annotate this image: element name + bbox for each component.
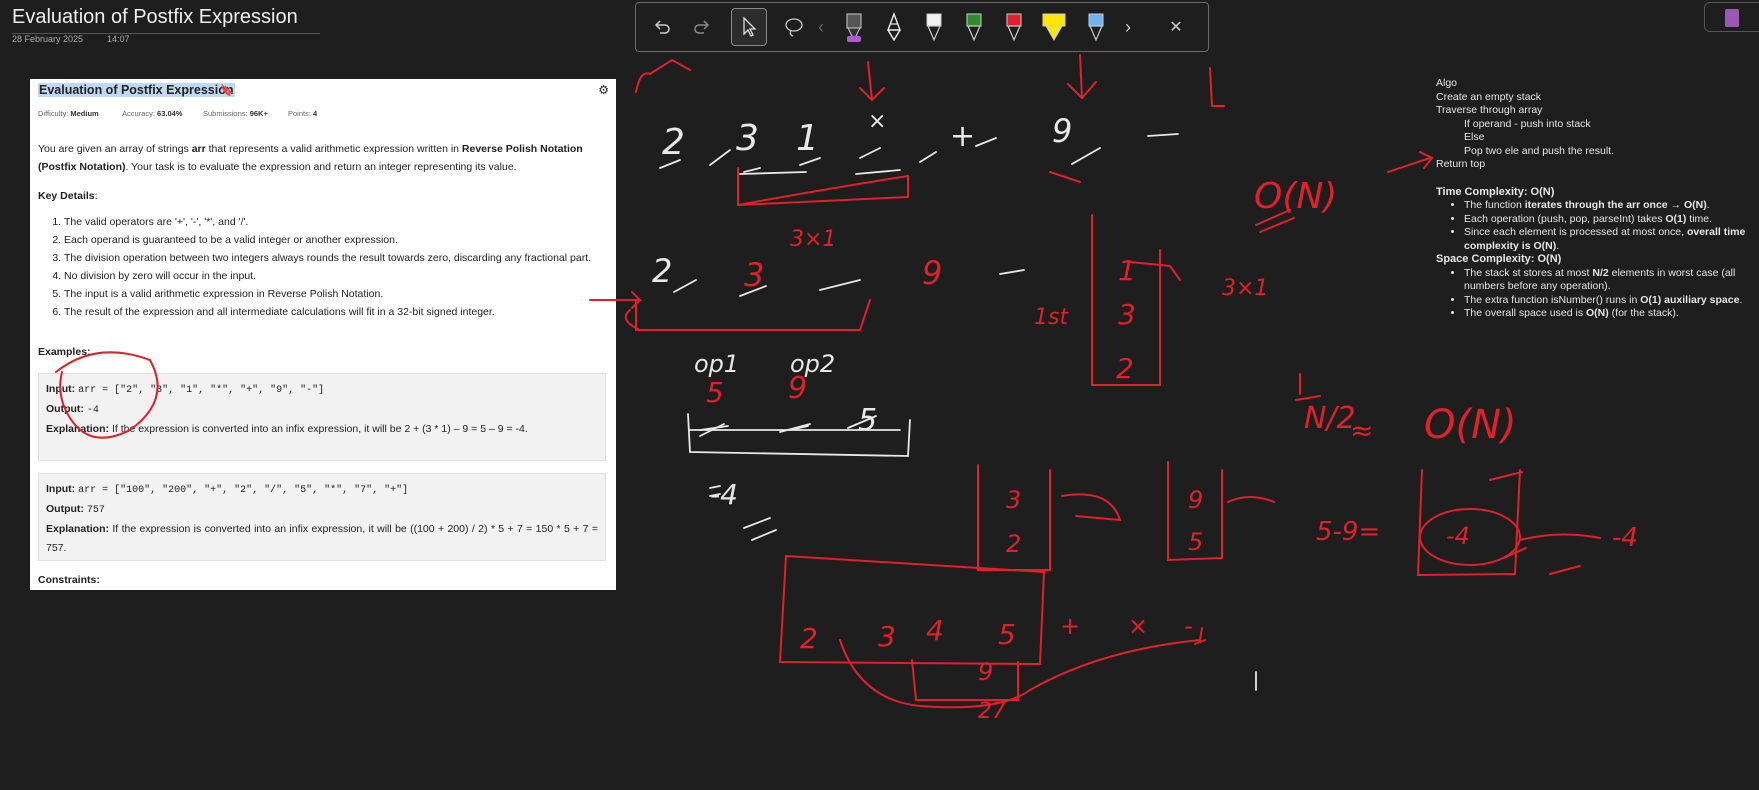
- ink-text: ×: [1128, 612, 1148, 640]
- ink-text: 2: [662, 122, 685, 163]
- ink-text: 5: [858, 403, 877, 438]
- ink-text: 27: [978, 699, 1006, 724]
- ink-text: 3: [1006, 486, 1021, 514]
- ink-stack-arrow: [1129, 261, 1181, 281]
- ink-text: 9: [1188, 486, 1203, 514]
- ink-mark-top-right: [1209, 67, 1225, 107]
- ink-text: 5: [1188, 528, 1203, 556]
- ink-text: +: [1060, 612, 1080, 640]
- ink-text: 3: [736, 118, 759, 159]
- ink-text: 2: [652, 252, 672, 290]
- ink-text: 3: [1118, 298, 1136, 331]
- ink-text: 4: [926, 614, 944, 647]
- ink-text: N/2: [1304, 401, 1356, 436]
- ink-text: 3×1: [1222, 276, 1268, 301]
- ink-text: 3: [744, 256, 764, 294]
- ink-arrow-to-notes: [1387, 151, 1434, 173]
- ink-text: op1: [694, 350, 739, 378]
- ink-arrow-down-1: [859, 61, 885, 102]
- ink-arrow-stack-bracket: [589, 291, 871, 331]
- ink-text: 5: [998, 618, 1016, 651]
- ink-text: 3×1: [790, 227, 836, 252]
- ink-text: 2: [1006, 530, 1021, 558]
- ink-text: -4: [1612, 523, 1638, 553]
- ink-text: ≈: [1350, 414, 1373, 447]
- ink-text: 2: [1116, 352, 1134, 385]
- ink-text: 9: [922, 254, 942, 292]
- ink-text: 1: [1118, 254, 1136, 287]
- ink-n-over-2: [1295, 373, 1321, 401]
- ink-text: 9: [1052, 112, 1072, 150]
- ink-arr-scribble: [635, 58, 691, 93]
- ink-underlines-1: [739, 169, 901, 175]
- ink-underline-neg4: [1549, 565, 1581, 575]
- ink-text: ×: [868, 109, 886, 134]
- ink-arrow-down-2: [1067, 54, 1097, 100]
- ink-text: -4: [710, 478, 738, 511]
- ink-text: 9: [978, 658, 993, 686]
- ink-strike-9: [1049, 171, 1081, 183]
- ink-text: 5-9=: [1316, 517, 1380, 547]
- ink-text: -4: [1446, 522, 1470, 550]
- ink-text: O(N): [1254, 176, 1337, 217]
- ink-stack-3-arrow: [1227, 496, 1275, 503]
- ink-circle-example: [55, 351, 159, 439]
- ink-arrow-result: [1519, 533, 1601, 541]
- ink-text: 9: [788, 371, 807, 406]
- ink-text: +: [950, 119, 975, 154]
- handwriting-ink-layer[interactable]: O(N) 1st 1 3 2 3×1 3 2 9 5 5-9= -4 -4 N/…: [0, 0, 1759, 790]
- ink-separators-2: [673, 269, 1025, 297]
- ink-text: 5: [706, 376, 724, 409]
- ink-text: 2: [800, 622, 818, 655]
- ink-bracket-9: [911, 659, 1019, 701]
- ink-text: 1: [796, 118, 819, 159]
- ink-strike-stack4: [1489, 471, 1523, 481]
- ink-left-brace: [624, 309, 641, 331]
- ink-text: O(N): [1424, 402, 1517, 448]
- ink-text: 1st: [1034, 305, 1069, 330]
- ink-text: -: [1184, 612, 1193, 640]
- ink-text: 3: [878, 620, 896, 653]
- ink-stack-2-arrow: [1061, 493, 1122, 522]
